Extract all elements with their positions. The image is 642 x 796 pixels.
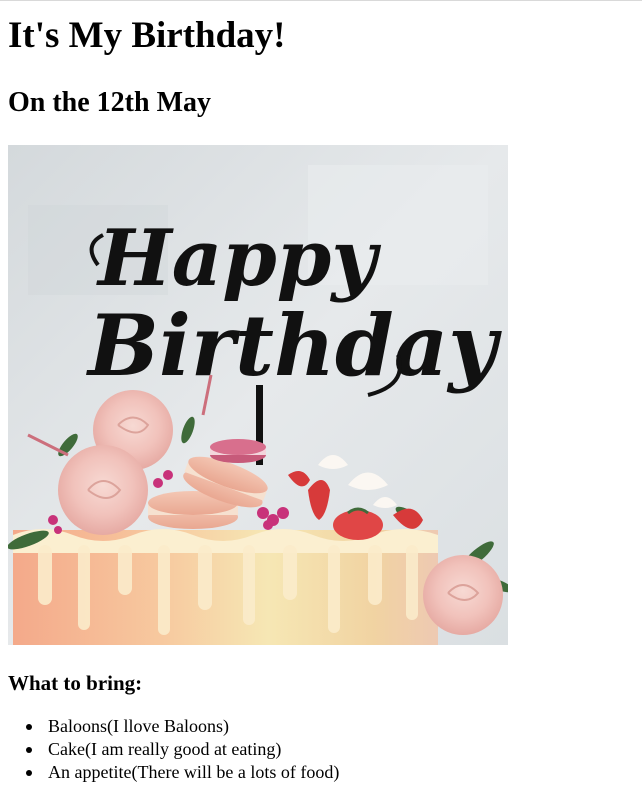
- list-item-text: Baloons(I llove Baloons): [48, 716, 229, 736]
- bring-list: Baloons(I llove Baloons) Cake(I am reall…: [8, 715, 634, 784]
- list-item: Baloons(I llove Baloons): [26, 715, 634, 738]
- list-item-text: Cake(I am really good at eating): [48, 739, 282, 759]
- topper-text-happy: Happy: [96, 213, 381, 304]
- page-content: It's My Birthday! On the 12th May Happy …: [8, 0, 634, 784]
- birthday-cake-image: Happy Birthday: [8, 145, 508, 645]
- bring-heading: What to bring:: [8, 671, 143, 695]
- bullet-icon: [26, 770, 32, 776]
- list-item: An appetite(There will be a lots of food…: [26, 761, 634, 784]
- page-subtitle: On the 12th May: [8, 87, 211, 118]
- list-item: Cake(I am really good at eating): [26, 738, 634, 761]
- topper-text-birthday: Birthday: [86, 296, 502, 395]
- bullet-icon: [26, 747, 32, 753]
- page-title: It's My Birthday!: [8, 15, 286, 56]
- list-item-text: An appetite(There will be a lots of food…: [48, 762, 340, 782]
- bullet-icon: [26, 724, 32, 730]
